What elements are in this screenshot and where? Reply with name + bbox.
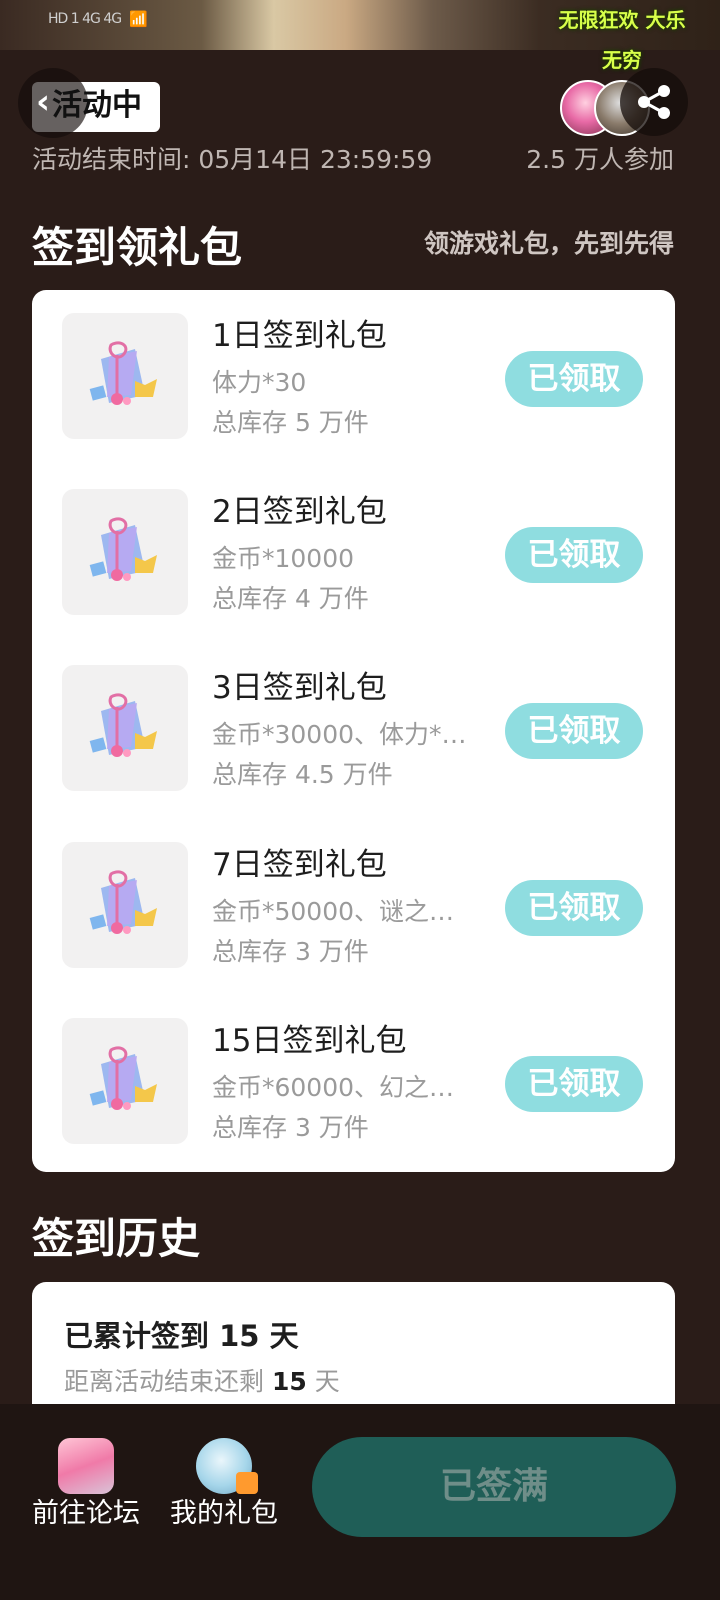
claimed-button[interactable]: 已领取: [505, 527, 643, 583]
gift-stock: 总库存 4.5 万件: [212, 760, 393, 789]
gift-box-icon: [236, 1472, 258, 1494]
gift-content: 金币*30000、体力*…: [212, 720, 467, 749]
gift-stock: 总库存 4 万件: [212, 584, 369, 613]
gift-row: 2日签到礼包 金币*10000 总库存 4 万件 已领取: [32, 489, 675, 617]
gift-thumbnail: [62, 1018, 188, 1144]
history-section-title: 签到历史: [32, 1214, 201, 1263]
total-checkin-label: 已累计签到: [64, 1319, 220, 1353]
wifi-icon: 📶: [129, 10, 148, 28]
forum-label: 前往论坛: [32, 1498, 140, 1529]
gift-name: 2日签到礼包: [212, 494, 387, 530]
checkin-full-button[interactable]: 已签满: [312, 1437, 676, 1537]
days-remaining: 距离活动结束还剩 15 天: [64, 1364, 340, 1400]
status-bar: HD 1 4G 4G 📶 无限狂欢 大乐无穷: [0, 0, 720, 72]
gift-content: 体力*30: [212, 368, 307, 397]
gift-row: 7日签到礼包 金币*50000、谜之… 总库存 3 万件 已领取: [32, 842, 675, 970]
forum-avatar-icon: [58, 1438, 114, 1494]
gift-stock: 总库存 5 万件: [212, 408, 369, 437]
history-card: 已累计签到 15 天 距离活动结束还剩 15 天: [32, 1282, 675, 1422]
page-title: 活动中: [52, 88, 142, 123]
gift-pack-icon: [89, 693, 157, 757]
forum-nav-item[interactable]: 前往论坛: [16, 1404, 146, 1544]
gift-name: 3日签到礼包: [212, 670, 387, 706]
gift-stock: 总库存 3 万件: [212, 937, 369, 966]
gift-pack-icon: [89, 341, 157, 405]
share-button[interactable]: [620, 68, 688, 136]
days-remaining-label: 距离活动结束还剩: [64, 1367, 272, 1396]
gift-row: 3日签到礼包 金币*30000、体力*… 总库存 4.5 万件 已领取: [32, 665, 675, 793]
activity-end-time: 活动结束时间: 05月14日 23:59:59: [32, 145, 433, 174]
total-checkin-days: 已累计签到 15 天: [64, 1316, 299, 1356]
gift-thumbnail: [62, 313, 188, 439]
days-remaining-value: 15: [271, 1367, 307, 1396]
gift-thumbnail: [62, 489, 188, 615]
total-checkin-value: 15: [219, 1319, 260, 1353]
gift-name: 1日签到礼包: [212, 318, 387, 354]
gift-content: 金币*50000、谜之…: [212, 897, 455, 926]
status-indicators: HD 1 4G 4G 📶: [48, 10, 148, 28]
my-gifts-nav-item[interactable]: 我的礼包: [154, 1404, 284, 1544]
gift-list-card: 1日签到礼包 体力*30 总库存 5 万件 已领取 2日签到礼包 金币*1000…: [32, 290, 675, 1172]
gift-row: 15日签到礼包 金币*60000、幻之… 总库存 3 万件 已领取: [32, 1018, 675, 1146]
total-checkin-unit: 天: [259, 1319, 299, 1353]
participant-count: 2.5 万人参加: [526, 145, 674, 174]
gift-thumbnail: [62, 665, 188, 791]
gift-pack-icon: [89, 1046, 157, 1110]
claimed-button[interactable]: 已领取: [505, 351, 643, 407]
days-remaining-unit: 天: [306, 1367, 340, 1396]
checkin-section-subtitle: 领游戏礼包，先到先得: [423, 229, 674, 258]
gift-thumbnail: [62, 842, 188, 968]
gift-pack-icon: [89, 517, 157, 581]
gift-pack-icon: [89, 870, 157, 934]
claimed-button[interactable]: 已领取: [505, 880, 643, 936]
checkin-section-title: 签到领礼包: [32, 223, 243, 272]
game-logo: 无限狂欢 大乐无穷: [558, 8, 686, 72]
bottom-action-bar: 前往论坛 我的礼包 已签满: [0, 1404, 720, 1600]
gift-stock: 总库存 3 万件: [212, 1113, 369, 1142]
signal-indicators: HD 1 4G 4G: [48, 11, 122, 27]
gift-content: 金币*10000: [212, 544, 355, 573]
gift-name: 7日签到礼包: [212, 847, 387, 883]
share-icon: [638, 85, 670, 119]
gift-row: 1日签到礼包 体力*30 总库存 5 万件 已领取: [32, 313, 675, 441]
claimed-button[interactable]: 已领取: [505, 703, 643, 759]
gift-name: 15日签到礼包: [212, 1023, 407, 1059]
my-gifts-label: 我的礼包: [170, 1498, 278, 1529]
gift-content: 金币*60000、幻之…: [212, 1073, 455, 1102]
claimed-button[interactable]: 已领取: [505, 1056, 643, 1112]
